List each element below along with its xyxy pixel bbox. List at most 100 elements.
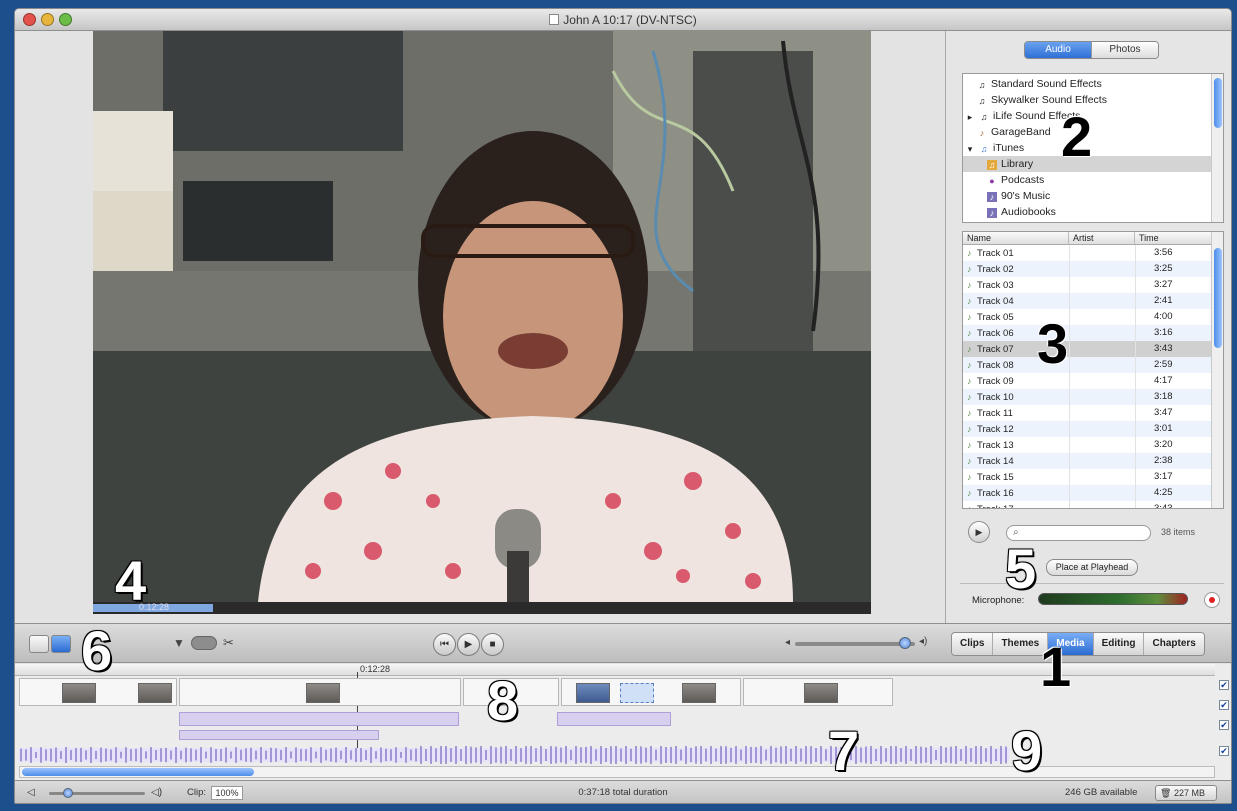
- source-item[interactable]: ● Podcasts: [963, 172, 1211, 188]
- track-row[interactable]: ♪ Track 04 2:41: [963, 293, 1213, 309]
- audio-clip[interactable]: [557, 712, 671, 726]
- clip-thumbnail: [804, 683, 838, 703]
- annotation-number-2: 2: [1061, 105, 1093, 168]
- column-time-header[interactable]: Time: [1135, 232, 1213, 244]
- play-button[interactable]: ▶: [457, 633, 480, 656]
- track-artist-cell: [1069, 501, 1135, 508]
- clip-thumbnail: [620, 683, 654, 703]
- track-artist-cell: [1069, 469, 1135, 485]
- track-enable-checkbox[interactable]: ✔: [1219, 746, 1229, 756]
- track-time-cell: 3:17: [1135, 469, 1213, 485]
- track-enable-checkbox[interactable]: ✔: [1219, 720, 1229, 730]
- tab-editing[interactable]: Editing: [1092, 633, 1144, 655]
- video-clip[interactable]: [561, 678, 741, 706]
- volume-slider[interactable]: [795, 637, 915, 649]
- edit-mode-switch[interactable]: [191, 636, 217, 650]
- video-viewer[interactable]: [93, 31, 871, 602]
- annotation-number-6: 6: [81, 619, 113, 682]
- music-note-icon: ♪: [967, 296, 972, 306]
- music-note-icon: ♪: [967, 248, 972, 258]
- audio-clip[interactable]: [179, 712, 459, 726]
- track-row[interactable]: ♪ Track 08 2:59: [963, 357, 1213, 373]
- column-artist-header[interactable]: Artist: [1069, 232, 1135, 244]
- track-row[interactable]: ♪ Track 07 3:43: [963, 341, 1213, 357]
- track-time-cell: 3:25: [1135, 261, 1213, 277]
- video-clip[interactable]: [19, 678, 177, 706]
- track-artist-cell: [1069, 261, 1135, 277]
- track-artist-cell: [1069, 341, 1135, 357]
- source-item[interactable]: ♫ Standard Sound Effects: [963, 76, 1211, 92]
- source-label: Library: [1001, 158, 1034, 170]
- source-item[interactable]: ♪ Audiobooks: [963, 204, 1211, 220]
- track-row[interactable]: ♪ Track 17 3:43: [963, 501, 1213, 508]
- record-button[interactable]: [1204, 592, 1220, 608]
- audio-segment-button[interactable]: Audio: [1025, 42, 1091, 58]
- disclosure-triangle-icon[interactable]: ▾: [965, 144, 975, 154]
- trash-size: 227 MB: [1173, 788, 1205, 798]
- volume-slider-knob[interactable]: [899, 637, 911, 649]
- track-row[interactable]: ♪ Track 15 3:17: [963, 469, 1213, 485]
- track-row[interactable]: ♪ Track 09 4:17: [963, 373, 1213, 389]
- track-row[interactable]: ♪ Track 01 3:56: [963, 245, 1213, 261]
- video-clip[interactable]: [743, 678, 893, 706]
- audio-clip[interactable]: [179, 730, 379, 740]
- track-list-header: Name Artist Time: [963, 232, 1213, 245]
- podcast-icon: ●: [989, 176, 995, 186]
- place-at-playhead-button[interactable]: Place at Playhead: [1046, 559, 1138, 576]
- library-icon: ♫: [987, 160, 997, 170]
- scrollbar-thumb[interactable]: [1214, 78, 1222, 128]
- source-label: iTunes: [993, 142, 1025, 154]
- track-name-cell: ♪ Track 01: [963, 245, 1069, 261]
- music-note-icon: ♪: [967, 472, 972, 482]
- music-note-icon: ♪: [967, 408, 972, 418]
- fullscreen-play-button[interactable]: ■: [481, 633, 504, 656]
- track-artist-cell: [1069, 453, 1135, 469]
- track-name: Track 11: [977, 408, 1013, 419]
- track-row[interactable]: ♪ Track 11 3:47: [963, 405, 1213, 421]
- column-name-header[interactable]: Name: [963, 232, 1069, 244]
- track-row[interactable]: ♪ Track 10 3:18: [963, 389, 1213, 405]
- source-item[interactable]: ♪ 90's Music: [963, 188, 1211, 204]
- track-row[interactable]: ♪ Track 05 4:00: [963, 309, 1213, 325]
- tab-clips[interactable]: Clips: [952, 633, 993, 655]
- track-row[interactable]: ♪ Track 14 2:38: [963, 453, 1213, 469]
- track-enable-checkbox[interactable]: ✔: [1219, 700, 1229, 710]
- track-time-cell: 2:38: [1135, 453, 1213, 469]
- viewer-scrubber[interactable]: 0:12:28: [93, 602, 871, 614]
- track-name: Track 14: [977, 456, 1014, 467]
- track-row[interactable]: ♪ Track 13 3:20: [963, 437, 1213, 453]
- music-note-icon: ♪: [967, 280, 972, 290]
- music-note-icon: ♪: [967, 392, 972, 402]
- track-row[interactable]: ♪ Track 02 3:25: [963, 261, 1213, 277]
- preview-play-button[interactable]: ▶: [968, 521, 990, 543]
- track-row[interactable]: ♪ Track 16 4:25: [963, 485, 1213, 501]
- track-artist-cell: [1069, 245, 1135, 261]
- annotation-number-1: 1: [1040, 635, 1072, 698]
- track-list-scrollbar[interactable]: [1211, 232, 1223, 508]
- track-row[interactable]: ♪ Track 03 3:27: [963, 277, 1213, 293]
- tab-chapters[interactable]: Chapters: [1143, 633, 1204, 655]
- video-track[interactable]: [19, 678, 1215, 706]
- track-time-cell: 3:43: [1135, 341, 1213, 357]
- track-row[interactable]: ♪ Track 06 3:16: [963, 325, 1213, 341]
- video-clip[interactable]: [179, 678, 461, 706]
- timeline-ruler[interactable]: [15, 664, 1215, 676]
- trash-button[interactable]: 🗑 227 MB: [1155, 785, 1217, 801]
- clip-thumbnail: [138, 683, 172, 703]
- scrollbar-thumb[interactable]: [22, 768, 254, 776]
- photos-segment-button[interactable]: Photos: [1091, 42, 1158, 58]
- disclosure-triangle-icon[interactable]: ▸: [965, 112, 975, 122]
- track-time-cell: 3:27: [1135, 277, 1213, 293]
- music-note-icon: ♪: [967, 344, 972, 354]
- audio-source-list: ♫ Standard Sound Effects ♫ Skywalker Sound…: [962, 73, 1224, 223]
- track-row[interactable]: ♪ Track 12 3:01: [963, 421, 1213, 437]
- track-name-cell: ♪ Track 13: [963, 437, 1069, 453]
- clip-view-button[interactable]: [29, 635, 49, 653]
- scrollbar-thumb[interactable]: [1214, 248, 1222, 348]
- track-name-cell: ♪ Track 17: [963, 501, 1069, 508]
- timeline-view-button[interactable]: [51, 635, 71, 653]
- track-name: Track 05: [977, 312, 1014, 323]
- track-enable-checkbox[interactable]: ✔: [1219, 680, 1229, 690]
- rewind-button[interactable]: ⏮: [433, 633, 456, 656]
- source-list-scrollbar[interactable]: [1211, 74, 1223, 222]
